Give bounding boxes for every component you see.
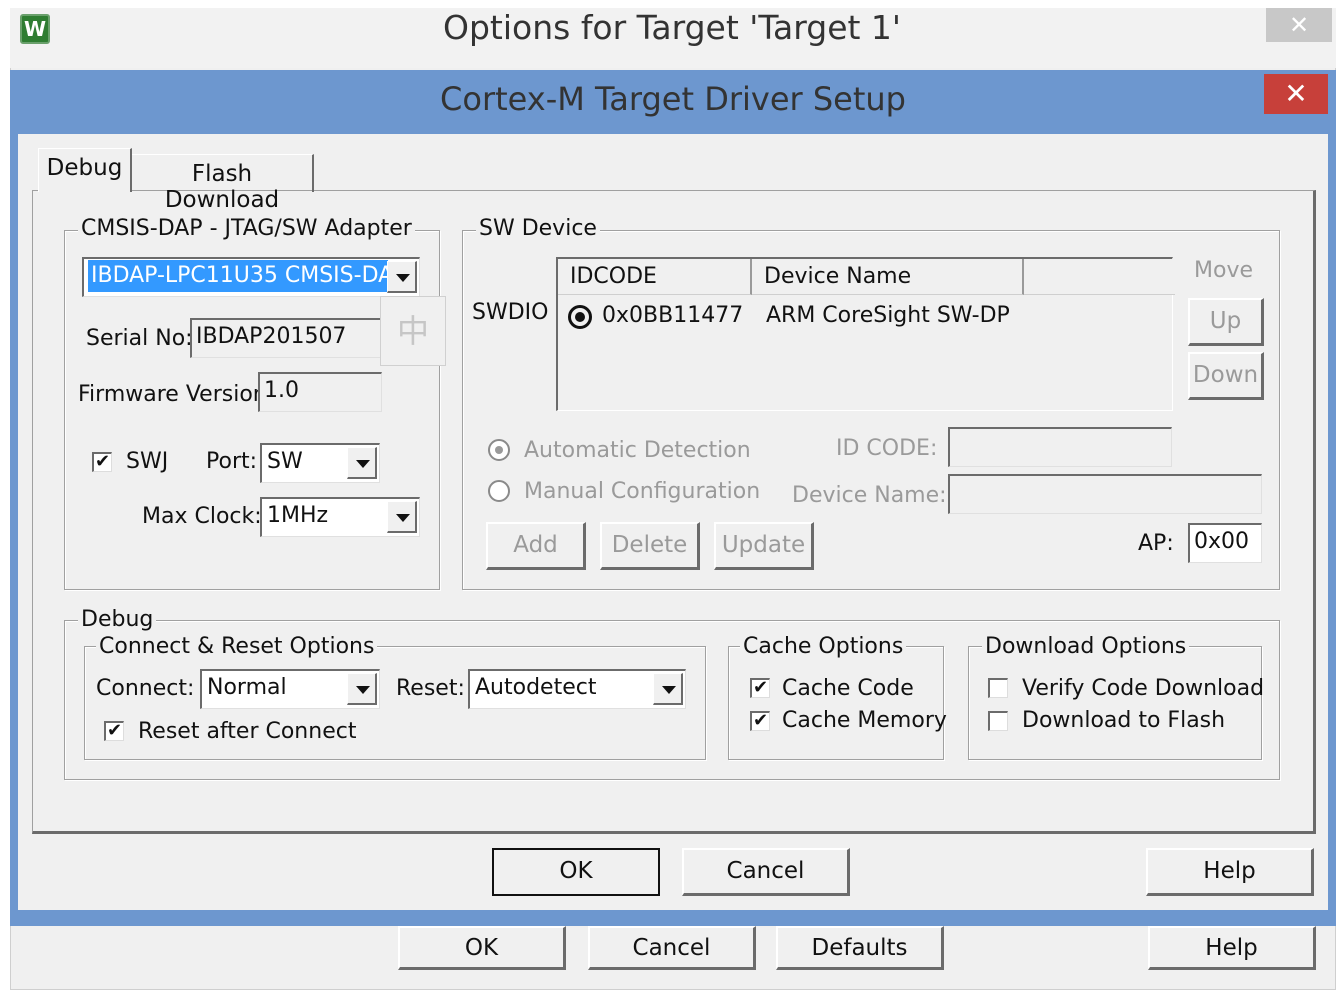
- adapter-select-value: IBDAP-LPC11U35 CMSIS-DAP: [88, 260, 388, 292]
- cache-options-title: Cache Options: [740, 634, 907, 659]
- idcode-cell: 0x0BB11477: [602, 303, 744, 328]
- chevron-down-icon[interactable]: [387, 261, 417, 293]
- cache-code-checkbox[interactable]: ✔: [750, 678, 770, 698]
- auto-detection-label: Automatic Detection: [524, 438, 751, 463]
- swj-label: SWJ: [126, 449, 169, 474]
- sw-device-list[interactable]: IDCODE Device Name 0x0BB11477 ARM CoreSi…: [556, 257, 1175, 411]
- reset-label: Reset:: [396, 676, 465, 701]
- connect-label: Connect:: [96, 676, 195, 701]
- adapter-group-title: CMSIS-DAP - JTAG/SW Adapter: [78, 216, 415, 241]
- move-down-button[interactable]: Down: [1188, 352, 1264, 400]
- ap-label: AP:: [1138, 531, 1174, 556]
- column-header-device-name[interactable]: Device Name: [752, 259, 1024, 295]
- port-select[interactable]: SW: [260, 443, 380, 483]
- dialog-ok-button[interactable]: OK: [492, 848, 660, 896]
- device-name-field[interactable]: [948, 474, 1262, 514]
- adapter-select[interactable]: IBDAP-LPC11U35 CMSIS-DAP: [82, 257, 420, 297]
- device-name-cell: ARM CoreSight SW-DP: [766, 303, 1010, 328]
- cache-memory-label: Cache Memory: [782, 708, 947, 733]
- delete-button[interactable]: Delete: [600, 522, 700, 570]
- move-up-button[interactable]: Up: [1188, 298, 1264, 346]
- reset-select-value: Autodetect: [475, 675, 597, 700]
- column-header-idcode[interactable]: IDCODE: [558, 259, 752, 295]
- port-select-value: SW: [267, 449, 303, 474]
- outer-help-button[interactable]: Help: [1148, 926, 1316, 970]
- reset-after-connect-label: Reset after Connect: [138, 719, 357, 744]
- firmware-label: Firmware Version:: [78, 382, 275, 407]
- download-options-title: Download Options: [982, 634, 1190, 659]
- add-button[interactable]: Add: [486, 522, 586, 570]
- dialog-title: Cortex-M Target Driver Setup: [440, 80, 906, 118]
- cache-memory-checkbox[interactable]: ✔: [750, 711, 770, 731]
- chevron-down-icon[interactable]: [347, 673, 377, 705]
- connect-reset-title: Connect & Reset Options: [96, 634, 378, 659]
- column-header-extra[interactable]: [1024, 259, 1175, 295]
- outer-cancel-button[interactable]: Cancel: [588, 926, 756, 970]
- firmware-field[interactable]: 1.0: [258, 372, 382, 412]
- download-to-flash-checkbox[interactable]: [988, 711, 1008, 731]
- max-clock-select[interactable]: 1MHz: [260, 497, 420, 537]
- id-code-label: ID CODE:: [836, 436, 938, 461]
- max-clock-value: 1MHz: [267, 503, 329, 528]
- dialog-help-button[interactable]: Help: [1146, 848, 1314, 896]
- outer-ok-button[interactable]: OK: [398, 926, 566, 970]
- selected-radio-icon: [568, 305, 592, 329]
- cache-options-group: [728, 646, 944, 760]
- ime-icon[interactable]: 中: [380, 296, 446, 366]
- ap-field[interactable]: 0x00: [1188, 523, 1262, 563]
- manual-config-radio[interactable]: [488, 480, 510, 502]
- swdio-label: SWDIO: [472, 300, 549, 325]
- id-code-field[interactable]: [948, 427, 1172, 467]
- tab-flash-download[interactable]: Flash Download: [132, 154, 314, 213]
- update-button[interactable]: Update: [714, 522, 814, 570]
- cache-code-label: Cache Code: [782, 676, 914, 701]
- dialog-cancel-button[interactable]: Cancel: [682, 848, 850, 896]
- connect-select[interactable]: Normal: [200, 669, 380, 709]
- connect-select-value: Normal: [207, 675, 287, 700]
- outer-defaults-button[interactable]: Defaults: [776, 926, 944, 970]
- download-options-group: [968, 646, 1262, 760]
- serial-label: Serial No:: [86, 326, 193, 351]
- swj-checkbox[interactable]: ✔: [92, 452, 112, 472]
- max-clock-label: Max Clock:: [142, 504, 262, 529]
- chevron-down-icon[interactable]: [653, 673, 683, 705]
- chevron-down-icon[interactable]: [387, 501, 417, 533]
- download-to-flash-label: Download to Flash: [1022, 708, 1226, 733]
- reset-select[interactable]: Autodetect: [468, 669, 686, 709]
- verify-download-checkbox[interactable]: [988, 678, 1008, 698]
- verify-download-label: Verify Code Download: [1022, 676, 1265, 701]
- serial-field[interactable]: IBDAP201507: [190, 318, 382, 358]
- tab-debug[interactable]: Debug: [38, 148, 132, 192]
- list-item[interactable]: 0x0BB11477 ARM CoreSight SW-DP: [558, 301, 1172, 337]
- manual-config-label: Manual Configuration: [524, 479, 761, 504]
- move-label: Move: [1194, 258, 1253, 283]
- dialog-close-icon[interactable]: ✕: [1264, 74, 1328, 114]
- port-label: Port:: [206, 449, 258, 474]
- debug-group-title: Debug: [78, 607, 157, 632]
- sw-device-group-title: SW Device: [476, 216, 600, 241]
- chevron-down-icon[interactable]: [347, 447, 377, 479]
- device-name-label: Device Name:: [792, 483, 947, 508]
- reset-after-connect-checkbox[interactable]: ✔: [104, 721, 124, 741]
- outer-close-icon[interactable]: ✕: [1266, 8, 1332, 42]
- outer-window-title: Options for Target 'Target 1': [443, 8, 901, 47]
- auto-detection-radio[interactable]: [488, 439, 510, 461]
